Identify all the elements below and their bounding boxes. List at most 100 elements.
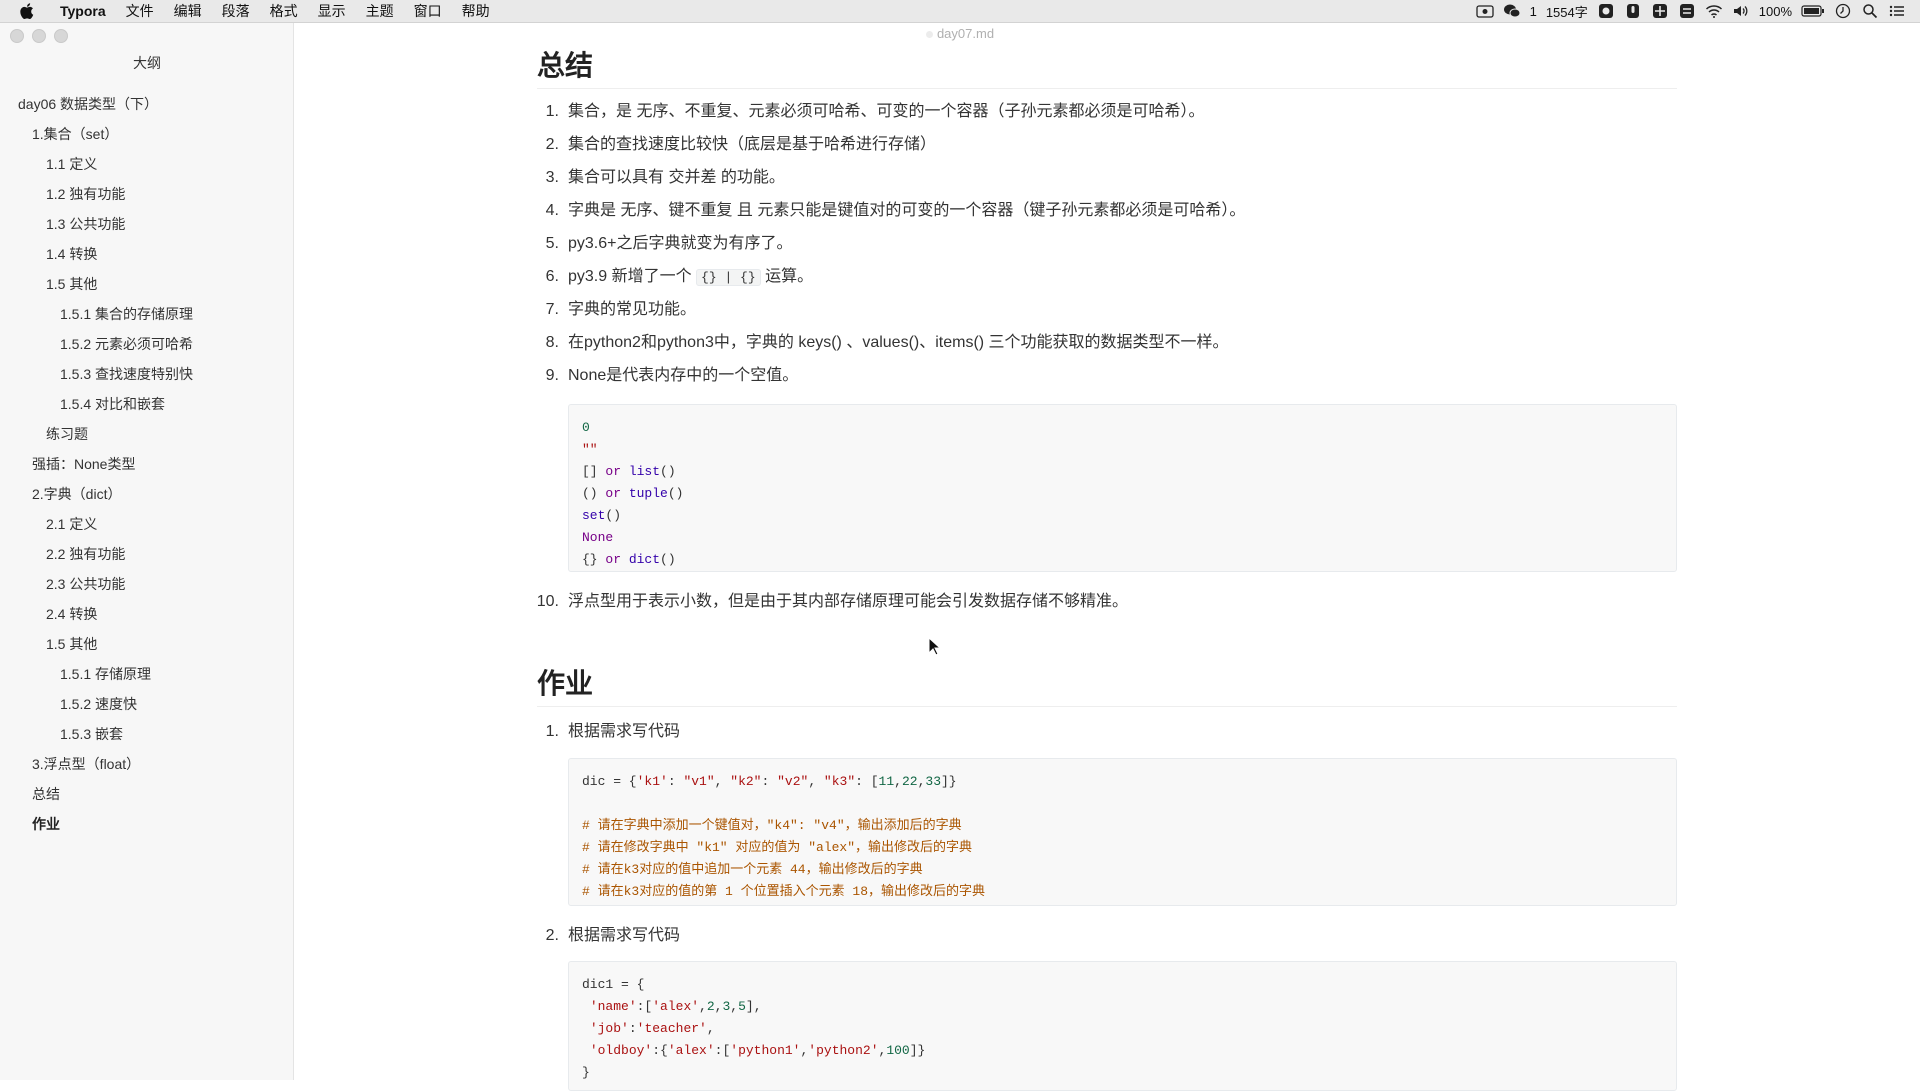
- homework-list-2: 2. 根据需求写代码: [537, 919, 680, 952]
- code-token: # 请在k3对应的值的第 1 个位置插入个元素 18，输出修改后的字典: [582, 884, 986, 899]
- sidebar-title: 大纲: [133, 55, 161, 71]
- list-item[interactable]: 7. 字典的常见功能。: [537, 293, 1245, 326]
- list-item-text: 运算。: [760, 268, 814, 285]
- menu-bar: Typora 文件 编辑 段落 格式 显示 主题 窗口 帮助 1 1554字 1…: [0, 0, 1920, 23]
- code-token: set: [582, 508, 606, 523]
- list-item[interactable]: 4. 字典是 无序、键不重复 且 元素只能是键值对的可变的一个容器（键子孙元素都必…: [537, 194, 1246, 227]
- outline-item[interactable]: 1.1 定义: [0, 149, 294, 179]
- list-item-text: 集合的查找速度比较快（底层是基于哈希进行存储）: [568, 136, 937, 153]
- list-item[interactable]: 9. None是代表内存中的一个空值。: [537, 359, 1245, 392]
- code-token: "k2": [730, 774, 762, 789]
- list-number: 5.: [545, 235, 559, 252]
- outline-item[interactable]: 3.浮点型（float）: [0, 749, 294, 779]
- menu-paragraph[interactable]: 段落: [212, 0, 260, 22]
- code-token: # 请在字典中添加一个键值对，"k4": "v4"，输出添加后的字典: [582, 818, 962, 833]
- outline-item[interactable]: 2.4 转换: [0, 599, 294, 629]
- minimize-window-button[interactable]: [32, 29, 46, 43]
- list-item[interactable]: 2. 根据需求写代码: [537, 919, 680, 952]
- outline-item[interactable]: 1.4 转换: [0, 239, 294, 269]
- outline-item[interactable]: 1.5.2 速度快: [0, 689, 294, 719]
- zoom-window-button[interactable]: [54, 29, 68, 43]
- list-number: 1.: [545, 723, 559, 740]
- volume-icon[interactable]: [1732, 3, 1750, 19]
- camera-icon[interactable]: [1597, 3, 1615, 19]
- outline-item[interactable]: 1.5.2 元素必须可哈希: [0, 329, 294, 359]
- list-item[interactable]: 6. py3.9 新增了一个 {} | {} 运算。: [537, 260, 1245, 293]
- code-token: ,: [714, 774, 731, 789]
- code-line: {} or dict(): [582, 549, 1663, 571]
- word-count[interactable]: 1554字: [1546, 2, 1588, 21]
- list-item[interactable]: 3. 集合可以具有 交并差 的功能。: [537, 161, 1245, 194]
- code-token: (): [605, 508, 622, 523]
- menu-format[interactable]: 格式: [260, 0, 308, 22]
- list-item[interactable]: 1. 集合，是 无序、不重复、元素必须可哈希、可变的一个容器（子孙元素都必须是可哈…: [537, 95, 1245, 128]
- list-number: 7.: [545, 301, 559, 318]
- outline-item[interactable]: 2.2 独有功能: [0, 539, 294, 569]
- menu-view[interactable]: 显示: [308, 0, 356, 22]
- outline-item[interactable]: 1.5.1 集合的存储原理: [0, 299, 294, 329]
- outline-item[interactable]: 练习题: [0, 419, 294, 449]
- heading-homework[interactable]: 作业: [537, 666, 1677, 707]
- outline-item[interactable]: 1.5.3 查找速度特别快: [0, 359, 294, 389]
- code-token: list: [628, 464, 661, 479]
- code-token: ,: [894, 774, 902, 789]
- code-token: : [: [855, 774, 879, 789]
- list-item[interactable]: 1. 根据需求写代码: [537, 715, 680, 748]
- code-token: # 请在k3对应的值中追加一个元素 44，输出修改后的字典: [582, 862, 923, 877]
- code-token: ]}: [909, 1043, 926, 1058]
- outline-item[interactable]: 1.5.3 嵌套: [0, 719, 294, 749]
- list-item[interactable]: 5. py3.6+之后字典就变为有序了。: [537, 227, 1245, 260]
- spotlight-search-icon[interactable]: [1861, 3, 1879, 19]
- outline-item[interactable]: day06 数据类型（下）: [0, 89, 294, 119]
- outline-item[interactable]: 1.3 公共功能: [0, 209, 294, 239]
- apple-menu-icon[interactable]: [18, 2, 36, 20]
- outline-item[interactable]: 1.集合（set）: [0, 119, 294, 149]
- grid-icon[interactable]: [1651, 3, 1669, 19]
- outline-sidebar: 大纲 day06 数据类型（下） 1.集合（set） 1.1 定义 1.2 独有功能 1…: [0, 23, 294, 1080]
- outline-item[interactable]: 作业: [0, 809, 294, 839]
- heading-summary[interactable]: 总结: [537, 48, 1677, 89]
- list-item[interactable]: 2. 集合的查找速度比较快（底层是基于哈希进行存储）: [537, 128, 1245, 161]
- outline-item[interactable]: 1.5 其他: [0, 269, 294, 299]
- wifi-icon[interactable]: [1705, 3, 1723, 19]
- homework-code-block-2[interactable]: dic1 = { 'name':['alex',2,3,5], 'job':'t…: [568, 961, 1677, 1091]
- code-token: 11: [878, 774, 895, 789]
- list-item-text: py3.9 新增了一个: [568, 268, 697, 285]
- menu-theme[interactable]: 主题: [356, 0, 404, 22]
- outline-item[interactable]: 1.5.4 对比和嵌套: [0, 389, 294, 419]
- homework-code-block-1[interactable]: dic = {'k1': "v1", "k2": "v2", "k3": [11…: [568, 758, 1677, 906]
- battery-percent: 100%: [1758, 3, 1792, 19]
- code-token: :{: [652, 1043, 668, 1058]
- code-token: 'teacher': [636, 1021, 707, 1036]
- screen-record-icon[interactable]: [1475, 3, 1494, 19]
- outline-item[interactable]: 2.1 定义: [0, 509, 294, 539]
- microphone-icon[interactable]: [1624, 3, 1642, 19]
- menu-file[interactable]: 文件: [116, 0, 164, 22]
- notification-center-icon[interactable]: [1888, 3, 1906, 19]
- outline-item[interactable]: 2.3 公共功能: [0, 569, 294, 599]
- clock-icon[interactable]: [1834, 3, 1852, 19]
- code-token: 2: [706, 999, 715, 1014]
- outline-item[interactable]: 总结: [0, 779, 294, 809]
- code-token: 5: [738, 999, 746, 1014]
- menu-window[interactable]: 窗口: [404, 0, 452, 22]
- menu-help[interactable]: 帮助: [452, 0, 500, 22]
- code-token: None: [582, 530, 614, 545]
- menu-app-name[interactable]: Typora: [50, 0, 116, 22]
- document-icon: [925, 31, 933, 39]
- outline-item[interactable]: 1.5.1 存储原理: [0, 659, 294, 689]
- battery-icon[interactable]: [1801, 3, 1825, 19]
- code-line: [] or list(): [582, 461, 1663, 483]
- outline-item[interactable]: 1.5 其他: [0, 629, 294, 659]
- list-item[interactable]: 10. 浮点型用于表示小数，但是由于其内部存储原理可能会引发数据存储不够精准。: [537, 585, 1128, 618]
- menu-edit[interactable]: 编辑: [164, 0, 212, 22]
- outline-item[interactable]: 1.2 独有功能: [0, 179, 294, 209]
- wechat-icon[interactable]: [1503, 3, 1521, 19]
- list-item[interactable]: 8. 在python2和python3中，字典的 keys() 、values()…: [537, 326, 1245, 359]
- outline-item[interactable]: 强插：None类型: [0, 449, 294, 479]
- summary-code-block[interactable]: 0 ""[] or list()() or tuple() set() None{} …: [568, 404, 1677, 572]
- sync-icon[interactable]: [1678, 3, 1696, 19]
- outline-item[interactable]: 2.字典（dict）: [0, 479, 294, 509]
- close-window-button[interactable]: [10, 29, 24, 43]
